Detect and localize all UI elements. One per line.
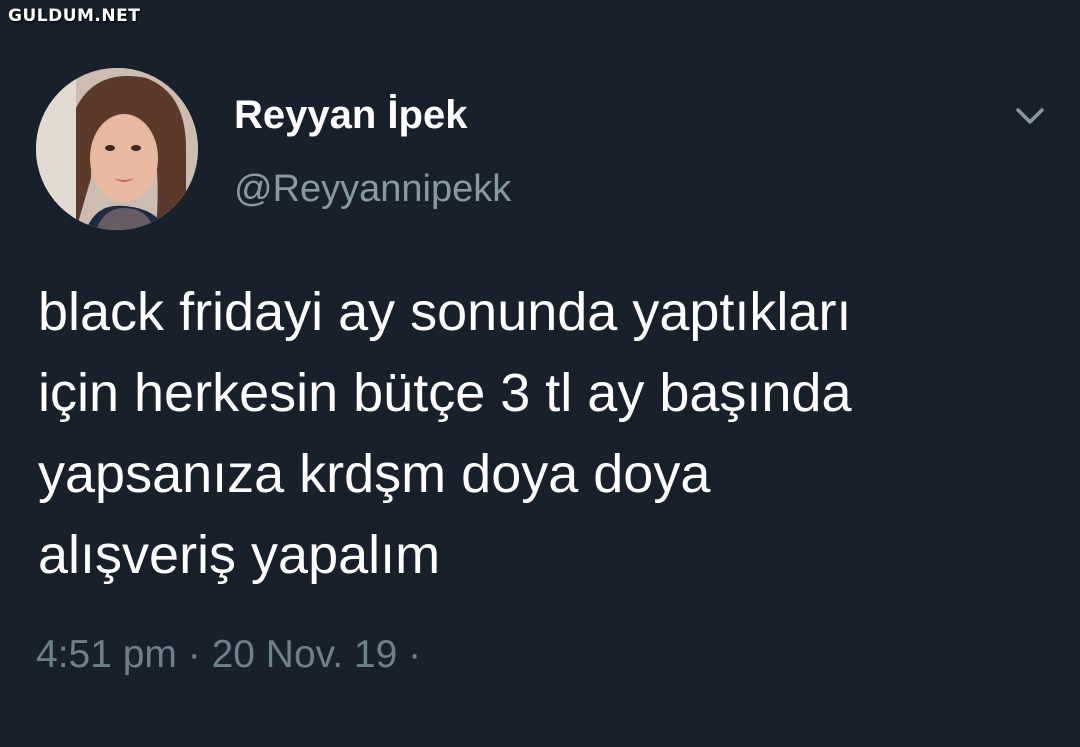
chevron-down-icon[interactable] [1012,98,1048,134]
tweet-text: black fridayi ay sonunda yaptıkları için… [38,272,1058,596]
user-handle[interactable]: @Reyyannipekk [234,165,511,213]
tweet-timestamp: 4:51 pm · 20 Nov. 19 · [36,633,422,676]
display-name[interactable]: Reyyan İpek [234,90,467,140]
tweet-text-line: alışveriş yapalım [38,525,441,585]
tweet-text-line: için herkesin bütçe 3 tl ay başında [38,363,852,423]
avatar[interactable] [36,68,198,230]
tweet-text-line: yapsanıza krdşm doya doya [38,444,711,504]
avatar-photo [36,68,198,230]
watermark-logo: GULDUM.NET [8,6,141,26]
tweet-text-line: black fridayi ay sonunda yaptıkları [38,282,852,342]
